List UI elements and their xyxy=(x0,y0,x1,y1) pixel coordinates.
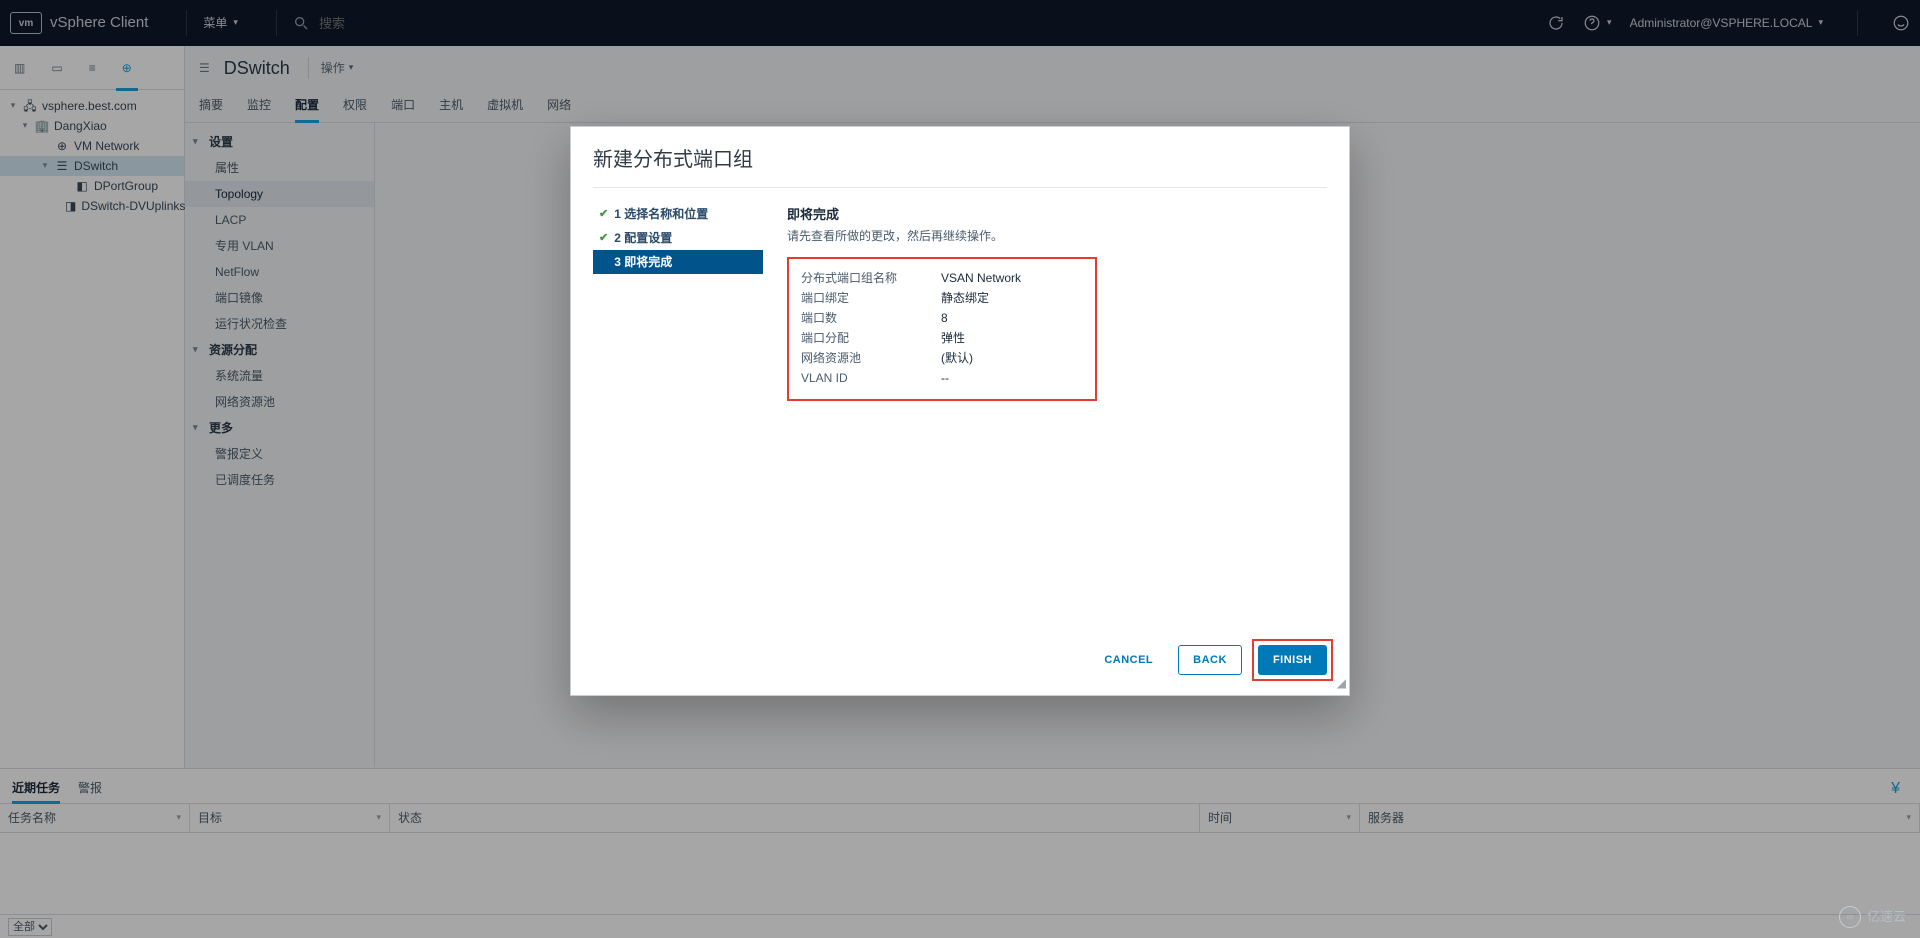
summary-key: VLAN ID xyxy=(801,369,941,389)
summary-value: VSAN Network xyxy=(941,269,1021,289)
summary-value: (默认) xyxy=(941,349,973,369)
summary-value: 静态绑定 xyxy=(941,289,989,309)
wizard-pane: 即将完成 请先查看所做的更改，然后再继续操作。 分布式端口组名称VSAN Net… xyxy=(787,202,1327,625)
watermark-text: 亿速云 xyxy=(1867,907,1906,927)
finish-highlight: FINISH xyxy=(1252,639,1333,681)
back-button[interactable]: BACK xyxy=(1178,645,1242,675)
summary-row: VLAN ID-- xyxy=(801,369,1083,389)
summary-value: 8 xyxy=(941,309,948,329)
modal-body: ✔ 1 选择名称和位置 ✔ 2 配置设置 ✔3 即将完成 即将完成 请先查看所做的更… xyxy=(571,188,1349,625)
summary-row: 分布式端口组名称VSAN Network xyxy=(801,269,1083,289)
summary-row: 端口绑定静态绑定 xyxy=(801,289,1083,309)
watermark-icon: ∞ xyxy=(1839,906,1861,928)
finish-button[interactable]: FINISH xyxy=(1258,645,1327,675)
check-icon: ✔ xyxy=(599,206,608,223)
wizard-step-1[interactable]: ✔ 1 选择名称和位置 xyxy=(593,202,763,226)
cancel-button[interactable]: CANCEL xyxy=(1089,645,1168,675)
summary-row: 端口分配弹性 xyxy=(801,329,1083,349)
wizard-step-2[interactable]: ✔ 2 配置设置 xyxy=(593,226,763,250)
summary-box: 分布式端口组名称VSAN Network 端口绑定静态绑定 端口数8 端口分配弹… xyxy=(787,257,1097,401)
summary-value: 弹性 xyxy=(941,329,965,349)
summary-row: 端口数8 xyxy=(801,309,1083,329)
wizard-steps: ✔ 1 选择名称和位置 ✔ 2 配置设置 ✔3 即将完成 xyxy=(593,202,763,625)
summary-row: 网络资源池(默认) xyxy=(801,349,1083,369)
summary-key: 分布式端口组名称 xyxy=(801,269,941,289)
summary-value: -- xyxy=(941,369,949,389)
modal-title: 新建分布式端口组 xyxy=(571,127,1349,187)
summary-key: 端口绑定 xyxy=(801,289,941,309)
resize-handle-icon[interactable]: ◢ xyxy=(1337,674,1346,692)
wizard-step-3[interactable]: ✔3 即将完成 xyxy=(593,250,763,274)
step-label: 3 即将完成 xyxy=(614,253,672,271)
modal-footer: CANCEL BACK FINISH ◢ xyxy=(571,625,1349,695)
summary-key: 端口分配 xyxy=(801,329,941,349)
step-label: 1 选择名称和位置 xyxy=(614,205,708,223)
step-label: 2 配置设置 xyxy=(614,229,672,247)
check-icon: ✔ xyxy=(599,230,608,247)
new-portgroup-wizard: 新建分布式端口组 ✔ 1 选择名称和位置 ✔ 2 配置设置 ✔3 即将完成 即将完成… xyxy=(570,126,1350,696)
pane-hint: 请先查看所做的更改，然后再继续操作。 xyxy=(787,227,1327,245)
watermark: ∞ 亿速云 xyxy=(1839,906,1906,928)
summary-key: 网络资源池 xyxy=(801,349,941,369)
summary-key: 端口数 xyxy=(801,309,941,329)
pane-title: 即将完成 xyxy=(787,205,1327,225)
